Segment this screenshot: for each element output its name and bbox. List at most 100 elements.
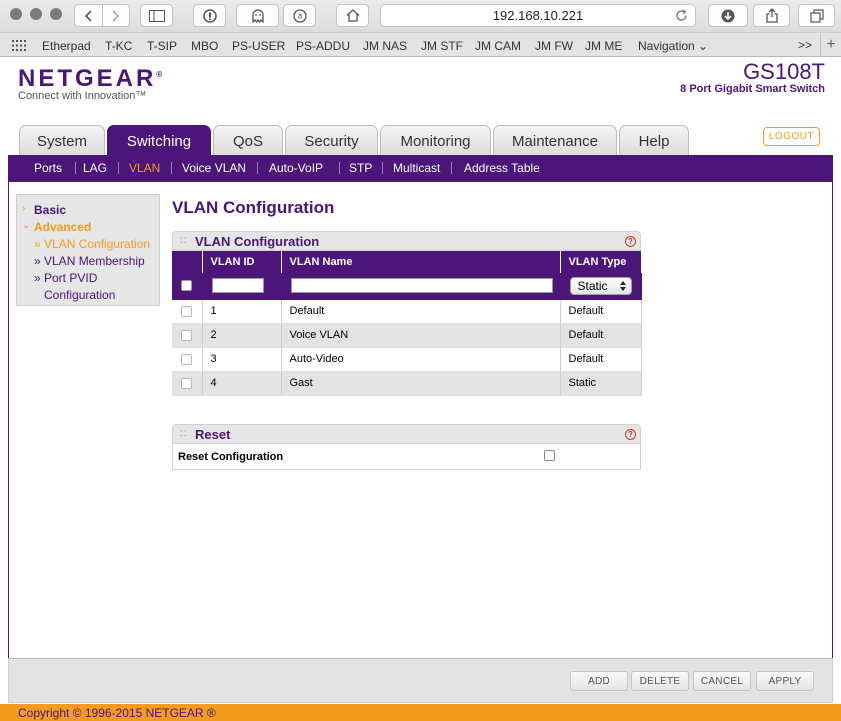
row-checkbox[interactable] bbox=[181, 377, 193, 389]
bookmark-navigation-folder[interactable]: Navigation ⌄ bbox=[638, 39, 708, 53]
subnav-divider bbox=[339, 162, 340, 174]
help-icon[interactable]: ? bbox=[625, 236, 636, 247]
tabs-overview-icon[interactable] bbox=[798, 4, 835, 27]
tab-maintenance[interactable]: Maintenance bbox=[493, 125, 617, 156]
vlan-id: 2 bbox=[202, 323, 282, 348]
grid-icon[interactable] bbox=[12, 40, 26, 54]
more-bookmarks-button[interactable]: >> bbox=[798, 38, 812, 52]
vlan-table: VLAN ID VLAN Name VLAN Type Static 1 Def… bbox=[172, 251, 642, 396]
vlan-type-selected: Static bbox=[577, 278, 608, 293]
subnav-divider bbox=[257, 162, 258, 174]
tab-qos[interactable]: QoS bbox=[213, 125, 283, 156]
bookmark-jm-fw[interactable]: JM FW bbox=[535, 39, 573, 53]
bookmark-ps-addu[interactable]: PS-ADDU bbox=[296, 39, 350, 53]
amazon-extension-icon[interactable]: a bbox=[283, 4, 316, 27]
bookmark-ps-user[interactable]: PS-USER bbox=[232, 39, 285, 53]
reset-configuration-row: Reset Configuration bbox=[172, 444, 641, 470]
ghost-extension-icon[interactable] bbox=[236, 4, 279, 27]
cancel-button[interactable]: CANCEL bbox=[693, 671, 751, 691]
subnav-auto-voip[interactable]: Auto-VoIP bbox=[269, 161, 323, 175]
sidebar-item-vlan-membership[interactable]: » VLAN Membership bbox=[34, 254, 145, 268]
close-window-icon[interactable] bbox=[10, 8, 22, 20]
vlan-id-cell bbox=[202, 273, 282, 300]
vlan-type: Default bbox=[560, 299, 642, 324]
bookmark-jm-me[interactable]: JM ME bbox=[585, 39, 622, 53]
subnav-multicast[interactable]: Multicast bbox=[393, 161, 440, 175]
share-icon[interactable] bbox=[753, 4, 790, 27]
drag-handle-icon: :: bbox=[180, 428, 188, 439]
tab-switching[interactable]: Switching bbox=[107, 125, 211, 156]
tab-security[interactable]: Security bbox=[285, 125, 378, 156]
back-icon[interactable] bbox=[75, 5, 103, 26]
tab-help[interactable]: Help bbox=[619, 125, 689, 156]
downloads-icon[interactable] bbox=[708, 4, 748, 27]
table-row: 2 Voice VLAN Default bbox=[172, 323, 642, 348]
web-page: NETGEAR® Connect with Innovation™ GS108T… bbox=[0, 57, 841, 721]
home-icon[interactable] bbox=[336, 4, 369, 27]
reset-configuration-checkbox[interactable] bbox=[544, 450, 555, 461]
row-checkbox-cell bbox=[172, 371, 203, 396]
new-row-checkbox[interactable] bbox=[181, 280, 193, 292]
zoom-window-icon[interactable] bbox=[50, 8, 62, 20]
sidebar-item-vlan-configuration[interactable]: » VLAN Configuration bbox=[34, 237, 150, 251]
help-icon[interactable]: ? bbox=[625, 429, 636, 440]
vlan-type-select[interactable]: Static bbox=[569, 276, 632, 295]
table-row: 4 Gast Static bbox=[172, 371, 642, 396]
subnav-ports[interactable]: Ports bbox=[34, 161, 62, 175]
logo-text: NETGEAR bbox=[18, 65, 157, 92]
select-arrows-icon bbox=[619, 280, 626, 291]
back-forward-group bbox=[74, 4, 130, 27]
reset-configuration-label: Reset Configuration bbox=[178, 451, 284, 463]
address-bar[interactable]: 192.168.10.221 bbox=[380, 4, 696, 27]
drag-handle-icon: :: bbox=[180, 235, 188, 246]
apply-button[interactable]: APPLY bbox=[756, 671, 814, 691]
bookmark-etherpad[interactable]: Etherpad bbox=[42, 39, 91, 53]
table-header-row: VLAN ID VLAN Name VLAN Type bbox=[172, 251, 641, 273]
vlan-name-input[interactable] bbox=[290, 278, 553, 294]
bookmark-jm-nas[interactable]: JM NAS bbox=[363, 39, 407, 53]
column-header-vlan-name: VLAN Name bbox=[281, 251, 561, 273]
row-checkbox[interactable] bbox=[181, 329, 193, 341]
sidebar-item-basic[interactable]: Basic bbox=[34, 203, 66, 217]
sidebar-toggle-icon[interactable] bbox=[140, 4, 173, 27]
vlan-id: 3 bbox=[202, 347, 282, 372]
add-button[interactable]: ADD bbox=[570, 671, 628, 691]
vlan-id: 1 bbox=[202, 299, 282, 324]
row-checkbox[interactable] bbox=[181, 353, 193, 365]
browser-toolbar: a 192.168.10.221 bbox=[0, 0, 841, 32]
forward-icon[interactable] bbox=[103, 5, 130, 26]
bookmark-t-kc[interactable]: T-KC bbox=[105, 39, 132, 53]
subnav-divider bbox=[171, 162, 172, 174]
subnav-voice-vlan[interactable]: Voice VLAN bbox=[182, 161, 246, 175]
delete-button[interactable]: DELETE bbox=[631, 671, 689, 691]
bookmark-mbo[interactable]: MBO bbox=[191, 39, 218, 53]
bookmark-t-sip[interactable]: T-SIP bbox=[147, 39, 177, 53]
bookmark-jm-cam[interactable]: JM CAM bbox=[475, 39, 521, 53]
logout-button[interactable]: LOGOUT bbox=[763, 127, 820, 146]
bookmark-jm-stf[interactable]: JM STF bbox=[421, 39, 463, 53]
vlan-id-input[interactable] bbox=[211, 278, 264, 294]
sidebar-item-port-pvid-cont[interactable]: Configuration bbox=[44, 288, 115, 302]
subnav-address-table[interactable]: Address Table bbox=[464, 161, 540, 175]
row-checkbox-cell bbox=[172, 347, 203, 372]
new-tab-button[interactable]: + bbox=[820, 33, 841, 56]
tab-system[interactable]: System bbox=[19, 125, 105, 156]
vlan-name: Voice VLAN bbox=[281, 323, 561, 348]
minimize-window-icon[interactable] bbox=[30, 8, 42, 20]
chevron-down-icon: ⌄ bbox=[22, 220, 31, 231]
privacy-extension-icon[interactable] bbox=[193, 4, 226, 27]
subnav-lag[interactable]: LAG bbox=[83, 161, 107, 175]
vlan-config-panel-header: :: VLAN Configuration ? bbox=[172, 231, 641, 251]
subnav-divider bbox=[75, 162, 76, 174]
subnav-vlan[interactable]: VLAN bbox=[129, 161, 160, 175]
page-title: VLAN Configuration bbox=[172, 198, 335, 217]
sidebar-item-port-pvid[interactable]: » Port PVID bbox=[34, 271, 97, 285]
vlan-name: Auto-Video bbox=[281, 347, 561, 372]
reload-icon[interactable] bbox=[675, 9, 688, 25]
row-checkbox[interactable] bbox=[181, 305, 193, 317]
tab-monitoring[interactable]: Monitoring bbox=[380, 125, 491, 156]
sidebar-item-advanced[interactable]: Advanced bbox=[34, 220, 91, 234]
column-header-vlan-id: VLAN ID bbox=[202, 251, 282, 273]
switching-subnav: Ports LAG VLAN Voice VLAN Auto-VoIP STP … bbox=[8, 155, 833, 182]
subnav-stp[interactable]: STP bbox=[349, 161, 372, 175]
